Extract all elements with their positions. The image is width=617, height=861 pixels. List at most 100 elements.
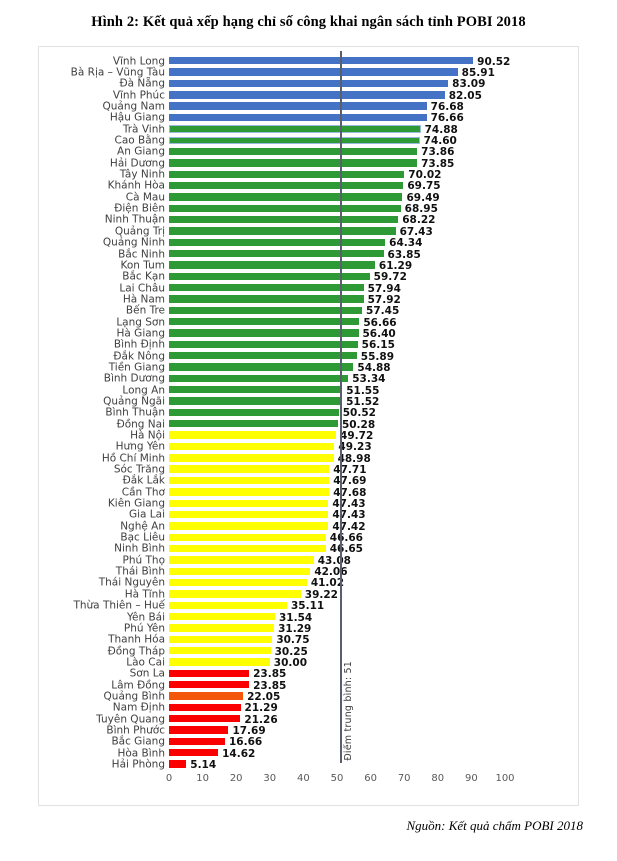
bar-value-label: 69.75 bbox=[407, 180, 441, 193]
x-axis-tick: 80 bbox=[431, 773, 445, 784]
bar-category-label: Bắc Ninh bbox=[118, 248, 165, 261]
bar-track: 69.75 bbox=[169, 180, 505, 193]
bar-track: 47.68 bbox=[169, 486, 505, 499]
bar-value-label: 47.43 bbox=[332, 498, 366, 511]
bar-value-label: 47.68 bbox=[333, 486, 367, 499]
bar-category-label: Hải Phòng bbox=[111, 758, 165, 771]
bar-track: 74.60 bbox=[169, 135, 505, 147]
bar-row: Kon Tum 61.29 bbox=[39, 260, 578, 272]
bar-value-label: 23.85 bbox=[253, 668, 287, 681]
bar-track: 64.34 bbox=[169, 237, 505, 249]
x-axis-tick: 70 bbox=[397, 773, 411, 784]
bar-value-label: 47.69 bbox=[333, 475, 367, 488]
bar-row: Đắk Lắk 47.69 bbox=[39, 475, 578, 488]
bar-row: Bình Dương 53.34 bbox=[39, 373, 578, 385]
bar-category-label: Nam Định bbox=[112, 701, 165, 714]
bar-category-label: Bình Thuận bbox=[105, 406, 165, 419]
bar-track: 39.22 bbox=[169, 588, 505, 601]
bar bbox=[169, 442, 335, 451]
bar-category-label: Lâm Đồng bbox=[111, 679, 165, 692]
bar-track: 50.28 bbox=[169, 419, 505, 431]
bar-category-label: Lạng Sơn bbox=[116, 316, 165, 329]
bar-track: 76.66 bbox=[169, 112, 505, 124]
bar-track: 30.00 bbox=[169, 657, 505, 669]
bar-track: 57.94 bbox=[169, 282, 505, 295]
bar bbox=[169, 204, 401, 212]
bar bbox=[169, 431, 337, 439]
bar-value-label: 39.22 bbox=[304, 588, 338, 601]
bar bbox=[169, 420, 338, 428]
bar-track: 56.15 bbox=[169, 339, 505, 351]
bar-row: Đồng Nai 50.28 bbox=[39, 418, 578, 431]
bar-track: 16.66 bbox=[169, 736, 505, 748]
bar-track: 46.66 bbox=[169, 532, 505, 544]
bar-value-label: 51.52 bbox=[346, 395, 380, 408]
bar-track: 21.29 bbox=[169, 702, 505, 714]
bar-value-label: 22.05 bbox=[247, 690, 281, 703]
bar-category-label: Khánh Hòa bbox=[107, 179, 165, 192]
bar-value-label: 83.09 bbox=[452, 78, 486, 91]
bar bbox=[169, 692, 244, 700]
bar-track: 54.88 bbox=[169, 361, 505, 374]
bar-value-label: 68.22 bbox=[402, 214, 436, 227]
x-axis-tick: 60 bbox=[364, 773, 377, 784]
bar-value-label: 57.92 bbox=[367, 293, 401, 306]
bar-value-label: 14.62 bbox=[222, 747, 256, 760]
bar bbox=[169, 193, 403, 201]
source-note: Nguồn: Kết quả chấm POBI 2018 bbox=[406, 818, 583, 833]
bar-track: 51.55 bbox=[169, 385, 505, 397]
bar bbox=[169, 374, 349, 383]
bar-value-label: 57.94 bbox=[367, 282, 401, 295]
bar-category-label: Tuyên Quang bbox=[96, 713, 165, 726]
bar-category-label: Quảng Trị bbox=[114, 225, 165, 238]
bar-track: 47.43 bbox=[169, 498, 505, 511]
bar bbox=[169, 522, 329, 530]
bar-value-label: 74.88 bbox=[424, 123, 458, 136]
bar-value-label: 54.88 bbox=[357, 361, 391, 374]
bar bbox=[169, 454, 334, 462]
bar-value-label: 30.25 bbox=[274, 645, 308, 658]
bar-track: 35.11 bbox=[169, 600, 505, 612]
bar-rows: Vĩnh Long 90.52 Bà Rịa – Vũng Tàu 85.91 Đà N… bbox=[39, 56, 578, 771]
plot-area: Vĩnh Long 90.52 Bà Rịa – Vũng Tàu 85.91 Đà N… bbox=[39, 47, 578, 805]
x-axis-tick: 50 bbox=[330, 773, 344, 784]
bar-category-label: Quảng Ninh bbox=[102, 236, 165, 249]
x-axis: 0 10 20 30 40 50 60 70 80 90 100 bbox=[166, 773, 515, 787]
bar-value-label: 63.85 bbox=[387, 248, 421, 261]
bar-value-label: 57.45 bbox=[366, 305, 400, 318]
bar-category-label: Tiền Giang bbox=[108, 361, 165, 374]
bar-value-label: 85.91 bbox=[461, 67, 495, 80]
bar-value-label: 21.26 bbox=[244, 713, 278, 726]
bar-value-label: 90.52 bbox=[477, 55, 511, 68]
bar-value-label: 76.68 bbox=[430, 101, 464, 114]
bar bbox=[169, 465, 330, 473]
bar bbox=[169, 102, 427, 110]
bar bbox=[169, 578, 307, 587]
bar-category-label: Nghệ An bbox=[120, 520, 165, 533]
bar-category-label: Đồng Nai bbox=[116, 418, 165, 431]
bar-value-label: 70.02 bbox=[408, 169, 442, 182]
bar-category-label: Lai Châu bbox=[119, 282, 165, 295]
bar bbox=[169, 159, 418, 167]
bar-track: 57.45 bbox=[169, 305, 505, 318]
bar bbox=[169, 91, 445, 99]
bar-value-label: 69.49 bbox=[406, 191, 440, 204]
x-axis-tick: 90 bbox=[465, 773, 478, 784]
bar-category-label: Quảng Nam bbox=[102, 100, 165, 113]
bar bbox=[169, 760, 187, 768]
bar-track: 14.62 bbox=[169, 747, 505, 760]
bar-value-label: 48.98 bbox=[337, 452, 371, 465]
bar-row: Hà Nam 57.92 bbox=[39, 293, 578, 306]
bar-track: 5.14 bbox=[169, 759, 505, 771]
x-axis-tick: 10 bbox=[196, 773, 209, 784]
bar bbox=[169, 113, 427, 122]
bar-category-label: Quảng Bình bbox=[103, 690, 165, 703]
bar-track: 49.23 bbox=[169, 441, 505, 453]
bar bbox=[169, 238, 386, 246]
bar bbox=[169, 544, 326, 553]
bar-row: Thái Nguyên 41.02 bbox=[39, 577, 578, 589]
bar-track: 68.22 bbox=[169, 214, 505, 227]
bar-value-label: 30.75 bbox=[276, 634, 310, 647]
bar-category-label: Bình Định bbox=[113, 338, 165, 351]
bar-track: 47.69 bbox=[169, 475, 505, 488]
